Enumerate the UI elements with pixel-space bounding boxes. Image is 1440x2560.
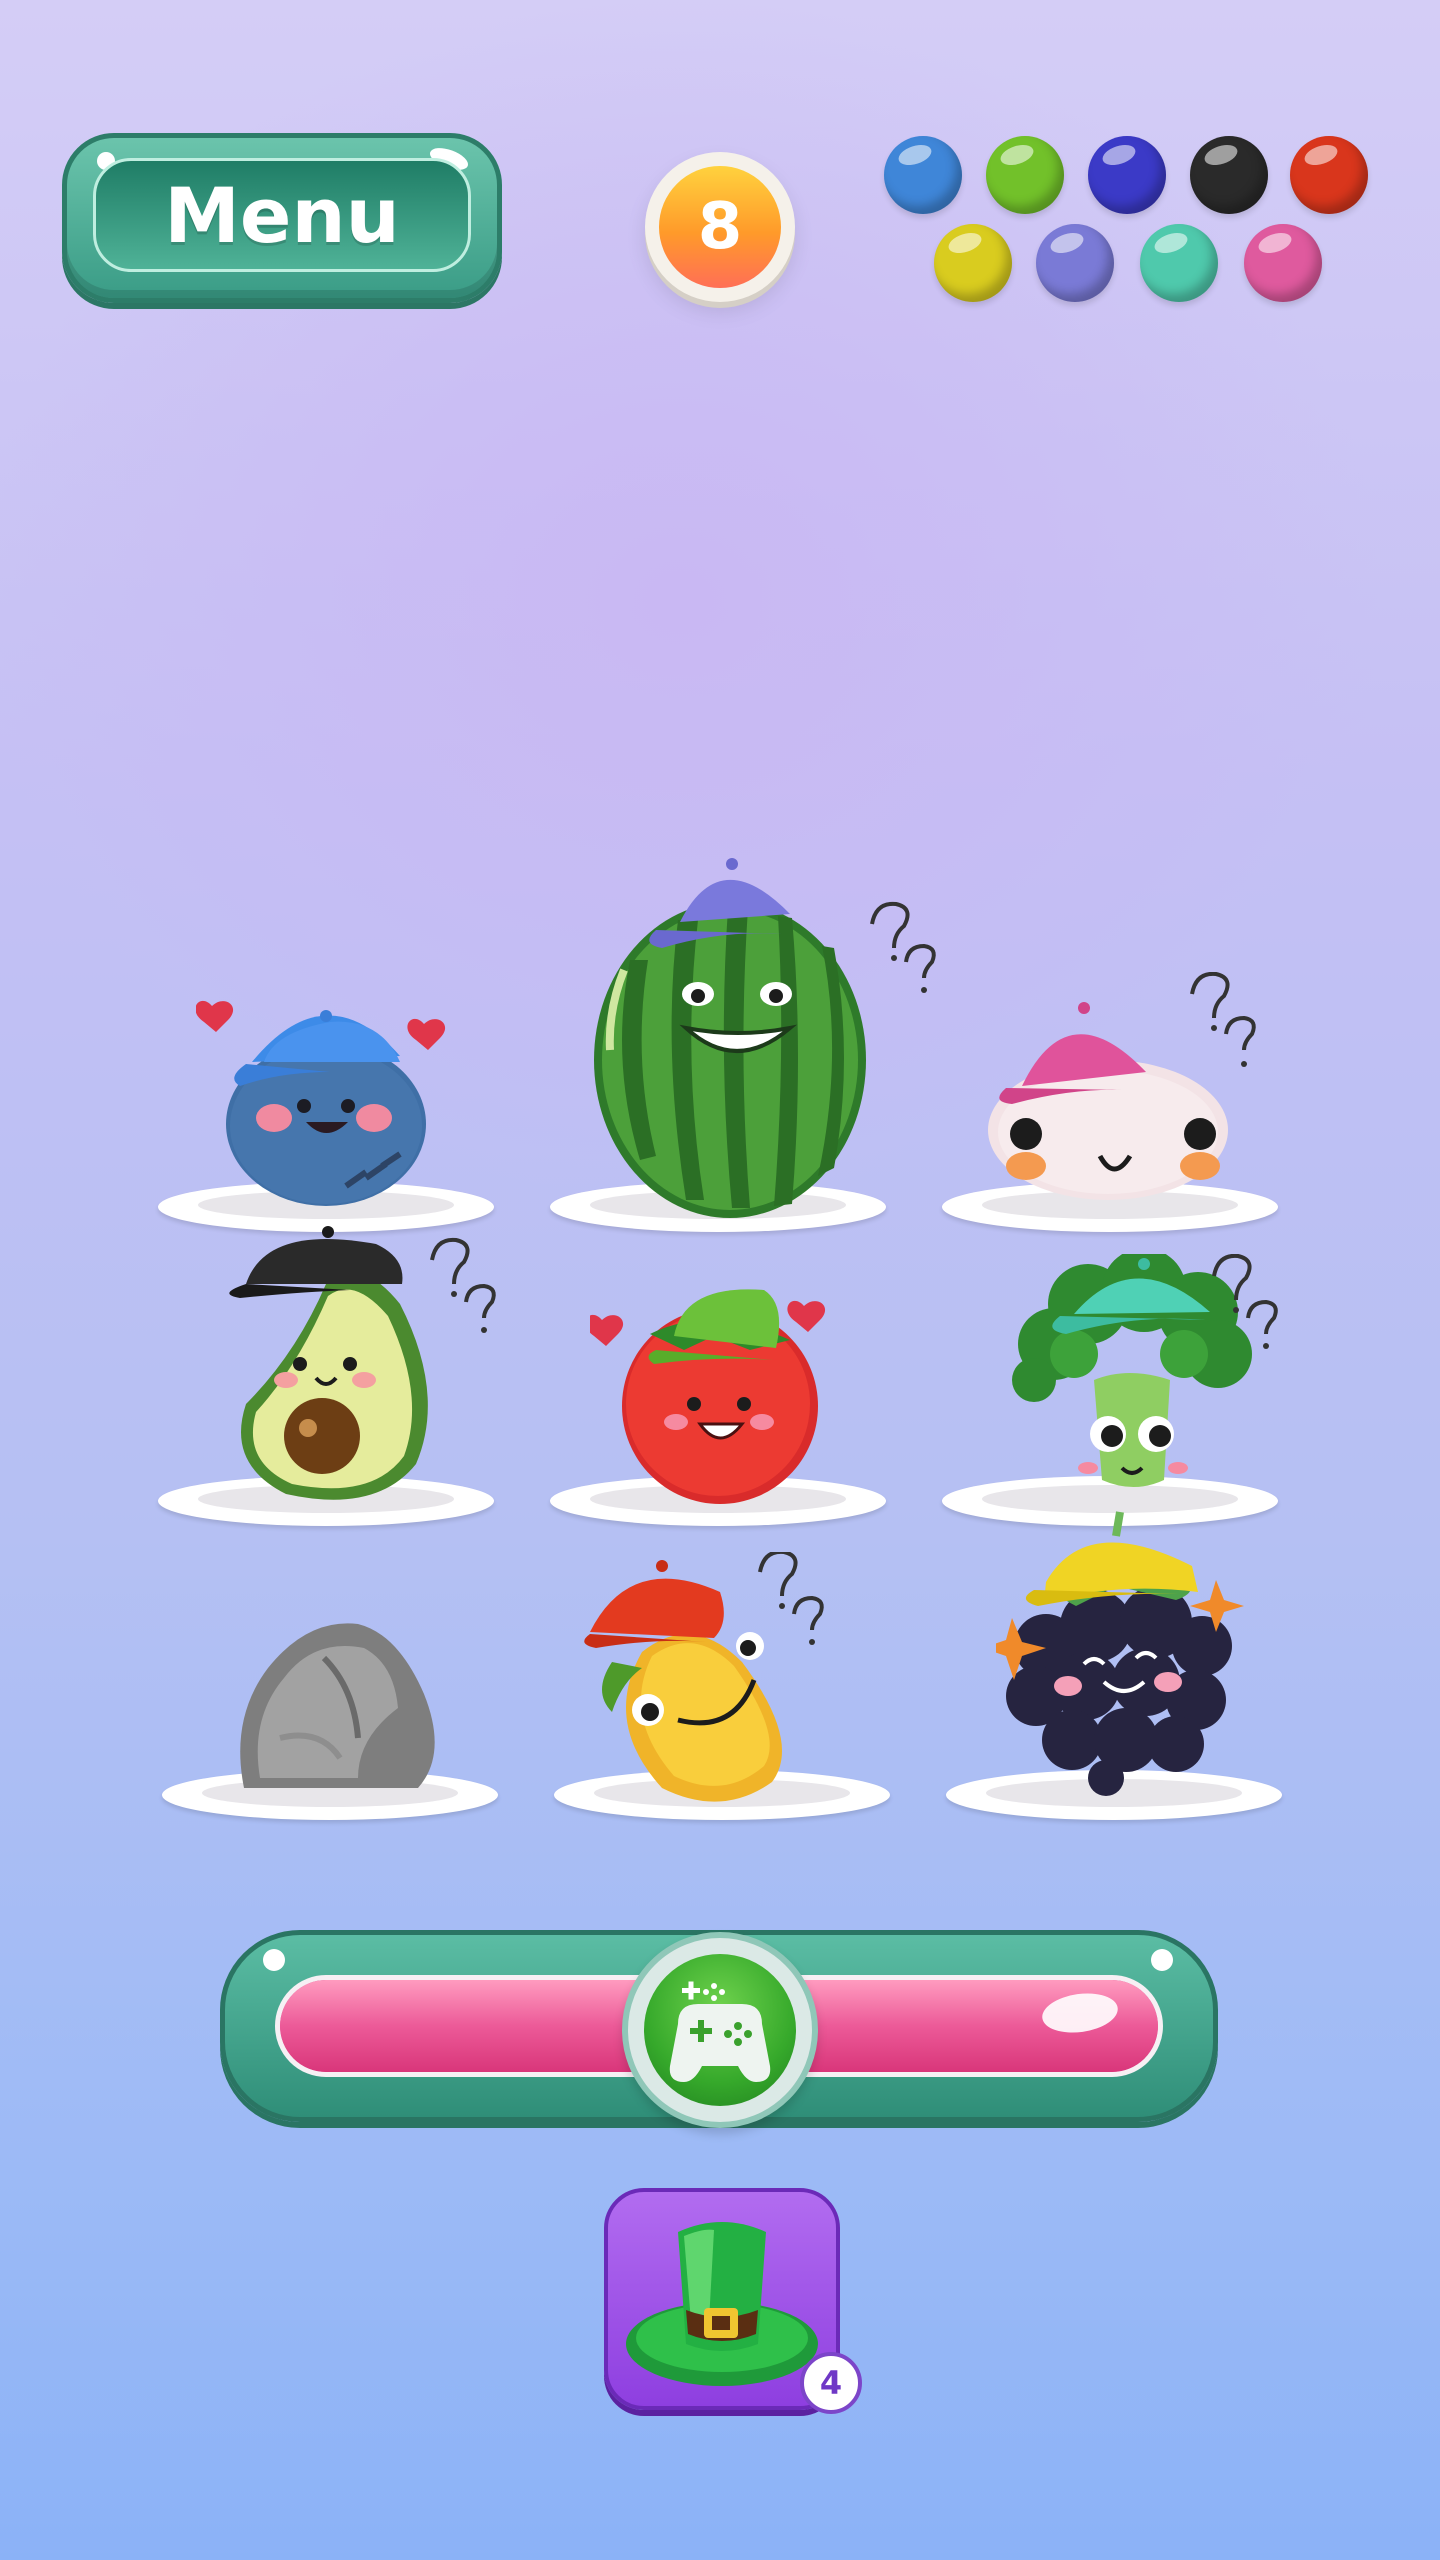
garlic-character[interactable] (986, 972, 1276, 1212)
avocado-character[interactable] (216, 1224, 516, 1504)
color-dot-blue[interactable] (884, 136, 962, 214)
rock-obstacle[interactable] (224, 1618, 444, 1798)
blackberry-character[interactable] (996, 1496, 1256, 1796)
progress-shine (263, 1949, 285, 1971)
color-dot-indigo[interactable] (1088, 136, 1166, 214)
color-dot-black[interactable] (1190, 136, 1268, 214)
color-dot-teal[interactable] (1140, 224, 1218, 302)
color-dot-periwinkle[interactable] (1036, 224, 1114, 302)
progress-shine (1151, 1949, 1173, 1971)
broccoli-character[interactable] (1004, 1254, 1294, 1504)
watermelon-character[interactable] (590, 850, 950, 1220)
blueberry-character[interactable] (196, 976, 456, 1206)
tomato-character[interactable] (590, 1276, 840, 1506)
gamepad-icon (669, 1981, 771, 2082)
booster-count-badge: 4 (800, 2352, 862, 2414)
menu-label: Menu (93, 158, 471, 272)
color-dot-pink[interactable] (1244, 224, 1322, 302)
level-counter: 8 (645, 152, 795, 302)
menu-button[interactable]: Menu (62, 133, 502, 303)
color-dot-green[interactable] (986, 136, 1064, 214)
play-button-core (644, 1954, 796, 2106)
mango-character[interactable] (582, 1552, 842, 1812)
level-number: 8 (659, 166, 781, 288)
color-dot-red[interactable] (1290, 136, 1368, 214)
play-button[interactable] (622, 1932, 818, 2128)
color-dot-yellow[interactable] (934, 224, 1012, 302)
